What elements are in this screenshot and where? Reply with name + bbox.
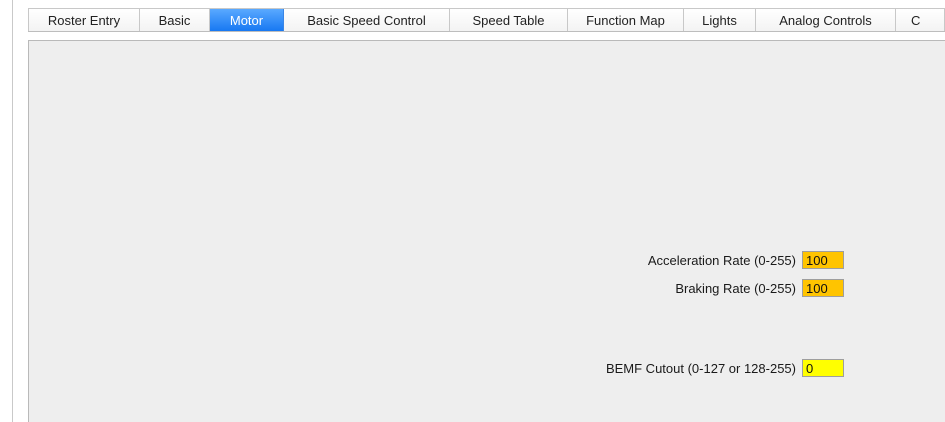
acceleration-row: Acceleration Rate (0-255) (648, 251, 844, 269)
braking-field[interactable] (802, 279, 844, 297)
window-left-edge (12, 0, 13, 422)
braking-row: Braking Rate (0-255) (675, 279, 844, 297)
bemf-row: BEMF Cutout (0-127 or 128-255) (606, 359, 844, 377)
bemf-label: BEMF Cutout (0-127 or 128-255) (605, 360, 796, 376)
tab-roster-entry[interactable]: Roster Entry (28, 9, 140, 31)
braking-label: Braking Rate (0-255) (675, 280, 796, 296)
tab-motor[interactable]: Motor (210, 9, 284, 31)
acceleration-label: Acceleration Rate (0-255) (647, 252, 796, 268)
acceleration-field[interactable] (802, 251, 844, 269)
bemf-field[interactable] (802, 359, 844, 377)
tab-analog-controls[interactable]: Analog Controls (756, 9, 896, 31)
tab-basic-speed-control[interactable]: Basic Speed Control (284, 9, 450, 31)
tab-overflow[interactable]: C (896, 9, 945, 31)
tab-speed-table[interactable]: Speed Table (450, 9, 568, 31)
tab-lights[interactable]: Lights (684, 9, 756, 31)
tab-basic[interactable]: Basic (140, 9, 210, 31)
motor-panel: Acceleration Rate (0-255) Braking Rate (… (28, 40, 945, 422)
tab-bar: Roster Entry Basic Motor Basic Speed Con… (28, 8, 945, 32)
tab-function-map[interactable]: Function Map (568, 9, 684, 31)
